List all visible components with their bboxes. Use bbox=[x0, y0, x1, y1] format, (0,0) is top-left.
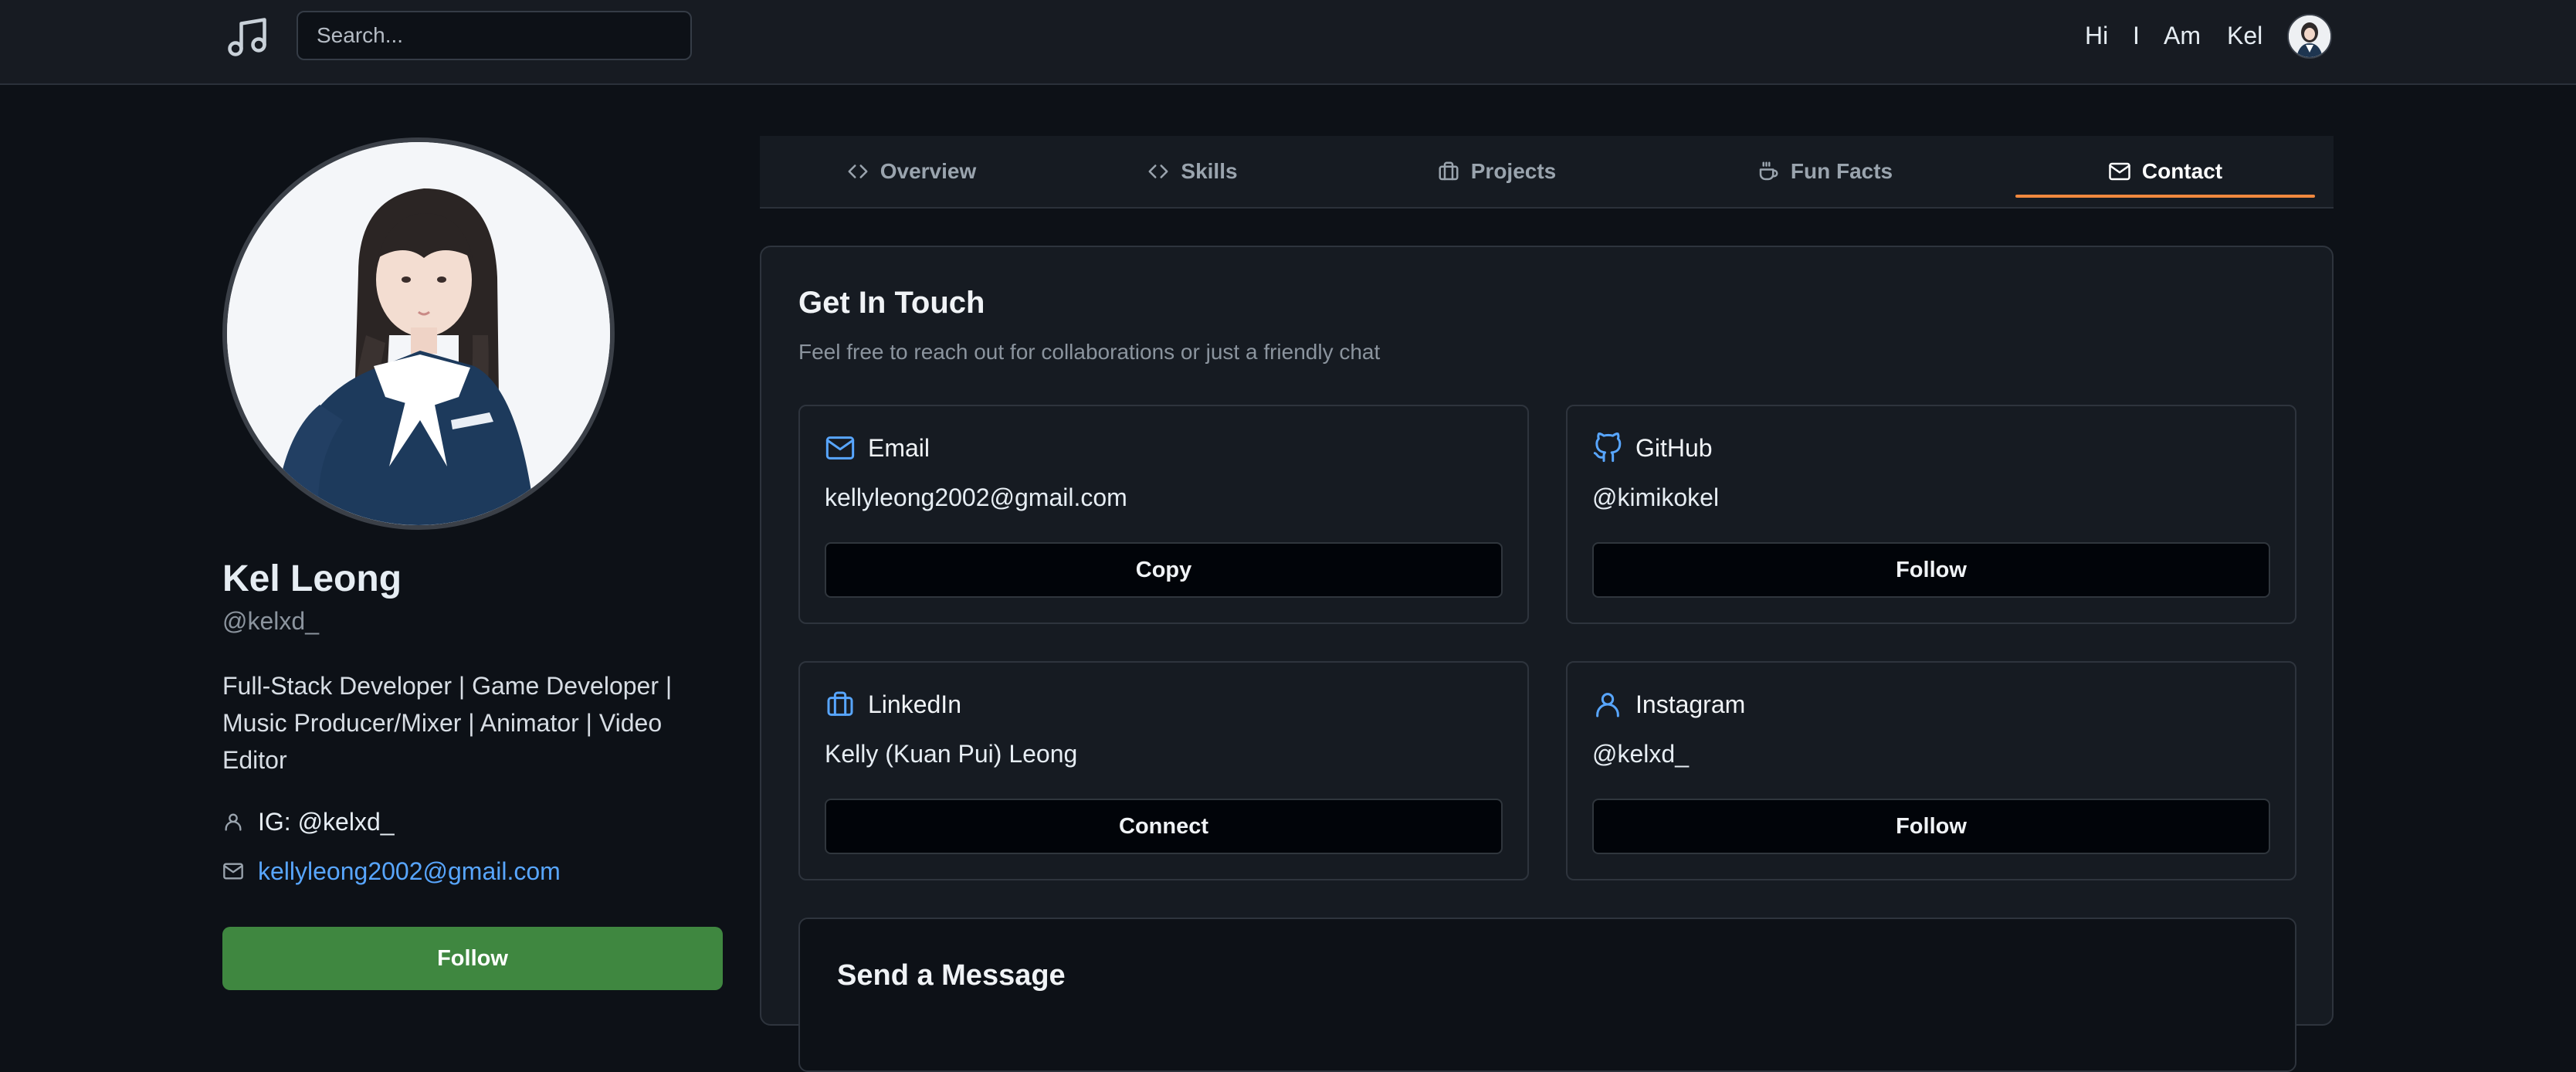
coffee-icon bbox=[1759, 161, 1778, 181]
instagram-text: IG: @kelxd_ bbox=[258, 807, 395, 836]
briefcase-icon bbox=[1439, 161, 1459, 181]
greeting-word: I bbox=[2133, 22, 2140, 49]
card-header: GitHub bbox=[1592, 433, 1713, 463]
tab-fun-facts[interactable]: Fun Facts bbox=[1703, 136, 1946, 207]
card-header: Instagram bbox=[1592, 689, 1745, 720]
card-value: kellyleong2002@gmail.com bbox=[825, 483, 1127, 511]
section-title: Get In Touch bbox=[798, 286, 985, 320]
github-follow-button[interactable]: Follow bbox=[1592, 542, 2270, 598]
tab-label: Projects bbox=[1470, 159, 1557, 183]
mail-icon bbox=[223, 863, 243, 880]
profile-bio: Full-Stack Developer | Game Developer | … bbox=[222, 672, 673, 774]
send-message-title: Send a Message bbox=[837, 959, 1066, 992]
mail-icon bbox=[2109, 162, 2130, 181]
card-title: Instagram bbox=[1635, 690, 1746, 718]
tab-label: Overview bbox=[880, 159, 977, 183]
send-message-card bbox=[798, 918, 2296, 1072]
card-value: @kelxd_ bbox=[1592, 740, 1689, 768]
search-input[interactable] bbox=[297, 11, 692, 60]
code-icon bbox=[848, 165, 868, 178]
email-line: kellyleong2002@gmail.com bbox=[222, 853, 561, 890]
card-title: Email bbox=[868, 433, 930, 462]
github-icon bbox=[1593, 433, 1622, 463]
avatar[interactable] bbox=[2287, 14, 2332, 59]
profile-handle: @kelxd_ bbox=[222, 607, 319, 635]
card-value: @kimikokel bbox=[1592, 483, 1720, 511]
tab-label: Fun Facts bbox=[1790, 159, 1893, 183]
instagram-card: Instagram @kelxd_ Follow bbox=[1566, 661, 2296, 880]
active-tab-indicator bbox=[2015, 195, 2315, 198]
profile-name: Kel Leong bbox=[222, 558, 402, 599]
email-card: Email kellyleong2002@gmail.com Copy bbox=[798, 405, 1529, 624]
greeting-word: Am bbox=[2164, 22, 2201, 49]
linkedin-card: LinkedIn Kelly (Kuan Pui) Leong Connect bbox=[798, 661, 1529, 880]
top-navbar: Hi I Am Kel bbox=[0, 0, 2576, 85]
code-icon bbox=[1148, 165, 1168, 178]
mail-icon bbox=[825, 436, 855, 460]
tab-projects[interactable]: Projects bbox=[1398, 136, 1595, 207]
email-link[interactable]: kellyleong2002@gmail.com bbox=[258, 857, 561, 886]
follow-button[interactable]: Follow bbox=[222, 927, 723, 990]
github-card: GitHub @kimikokel Follow bbox=[1566, 405, 2296, 624]
user-icon bbox=[225, 813, 242, 831]
card-title: LinkedIn bbox=[868, 690, 961, 718]
section-subtitle: Feel free to reach out for collaboration… bbox=[798, 340, 1381, 364]
greeting-word: Hi bbox=[2085, 22, 2109, 49]
instagram-line: IG: @kelxd_ bbox=[222, 803, 395, 840]
tab-overview[interactable]: Overview bbox=[791, 136, 1032, 207]
card-header: Email bbox=[825, 433, 930, 463]
card-value: Kelly (Kuan Pui) Leong bbox=[825, 740, 1078, 768]
tab-label: Skills bbox=[1181, 159, 1238, 183]
tab-skills[interactable]: Skills bbox=[1100, 136, 1285, 207]
profile-avatar bbox=[222, 137, 615, 530]
user-icon bbox=[1596, 693, 1619, 717]
briefcase-icon bbox=[827, 691, 853, 716]
card-title: GitHub bbox=[1635, 433, 1713, 462]
card-header: LinkedIn bbox=[825, 689, 961, 720]
connect-button[interactable]: Connect bbox=[825, 799, 1503, 854]
instagram-follow-button[interactable]: Follow bbox=[1592, 799, 2270, 854]
tab-label: Contact bbox=[2141, 159, 2223, 183]
copy-button[interactable]: Copy bbox=[825, 542, 1503, 598]
music-note-icon[interactable] bbox=[224, 14, 270, 60]
greeting-word: Kel bbox=[2227, 22, 2263, 49]
